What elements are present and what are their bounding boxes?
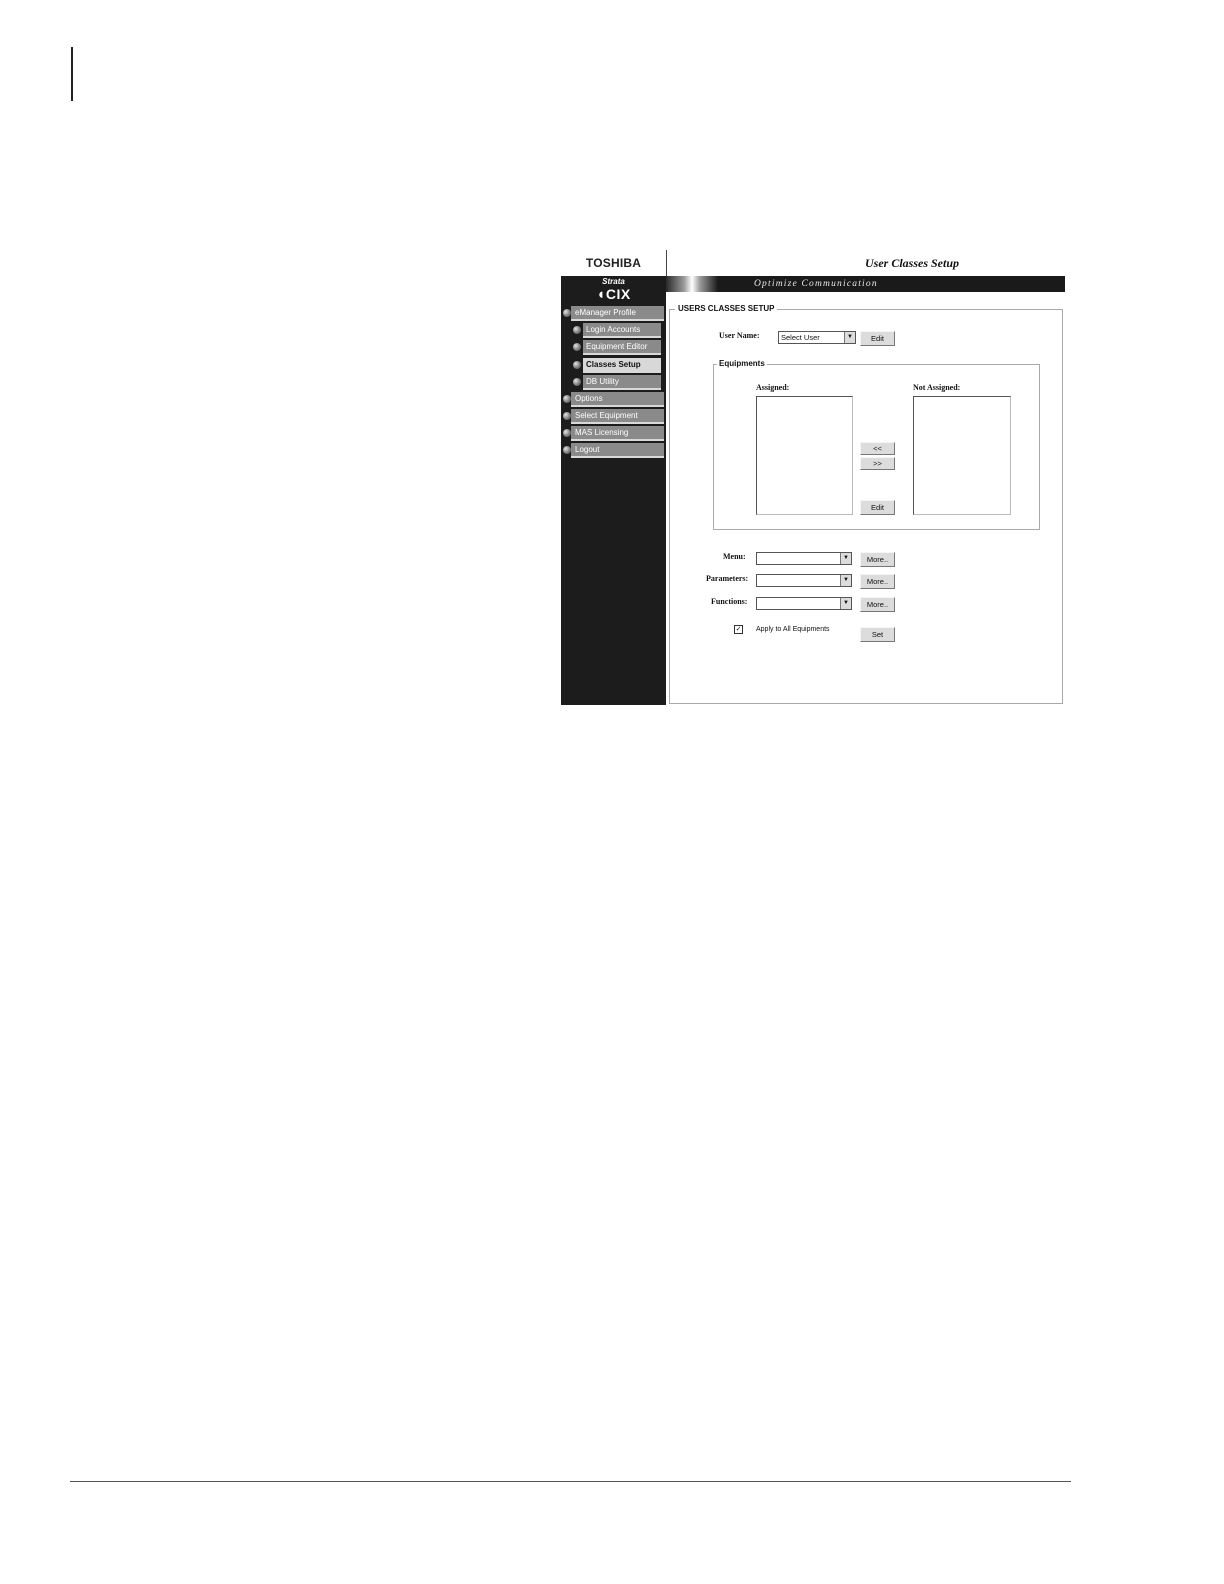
sidebar-item-emanager-profile[interactable]: eManager Profile (571, 306, 664, 321)
not-assigned-label: Not Assigned: (913, 383, 961, 392)
toshiba-logo: TOSHIBA (561, 250, 666, 276)
apply-all-label: Apply to All Equipments (756, 626, 830, 633)
sidebar-item-select-equipment[interactable]: Select Equipment (571, 409, 664, 424)
set-button[interactable]: Set (860, 627, 895, 642)
sidebar-item-equipment-editor[interactable]: Equipment Editor (583, 340, 661, 355)
tagline-bar: Optimize Communication (666, 276, 1065, 292)
bullet-icon (573, 343, 581, 351)
strata-logo-text: Strata (602, 277, 625, 286)
sidebar-item-login-accounts[interactable]: Login Accounts (583, 323, 661, 338)
page-footer-rule (70, 1481, 1071, 1482)
sidebar: TOSHIBA Strata ◖CIX eManager Profile Log… (561, 250, 666, 705)
apply-all-checkbox[interactable]: ✓ (734, 625, 743, 634)
chevron-down-icon: ▼ (840, 553, 851, 564)
sidebar-item-db-utility[interactable]: DB Utility (583, 375, 661, 390)
assigned-list[interactable] (756, 396, 853, 515)
functions-more-button[interactable]: More.. (860, 597, 895, 612)
user-name-select[interactable]: Select User ▼ (778, 331, 856, 344)
equipment-edit-button[interactable]: Edit (860, 500, 895, 515)
parameters-label: Parameters: (706, 574, 749, 583)
not-assigned-list[interactable] (913, 396, 1011, 515)
toshiba-logo-text: TOSHIBA (585, 256, 642, 270)
cix-logo-text: ◖CIX (596, 286, 631, 303)
user-name-select-value: Select User (781, 333, 820, 342)
sidebar-item-classes-setup[interactable]: Classes Setup (583, 358, 661, 373)
equipments-legend: Equipments (717, 359, 767, 368)
user-edit-button[interactable]: Edit (860, 331, 895, 346)
panel-legend: USERS CLASSES SETUP (675, 304, 778, 313)
bullet-icon (563, 429, 571, 437)
sidebar-item-mas-licensing[interactable]: MAS Licensing (571, 426, 664, 441)
bullet-icon (563, 309, 571, 317)
chevron-down-icon: ▼ (840, 598, 851, 609)
strata-cix-logo: Strata ◖CIX (561, 277, 666, 305)
bullet-icon (573, 378, 581, 386)
menu-label: Menu: (723, 552, 746, 561)
page-title: User Classes Setup (864, 256, 959, 270)
assigned-label: Assigned: (756, 383, 790, 392)
bullet-icon (563, 412, 571, 420)
functions-select[interactable]: ▼ (756, 597, 852, 610)
app-window: TOSHIBA Strata ◖CIX eManager Profile Log… (561, 250, 1065, 705)
page-margin-rule (71, 47, 73, 101)
move-right-button[interactable]: >> (860, 457, 895, 470)
move-left-button[interactable]: << (860, 442, 895, 455)
functions-label: Functions: (711, 597, 748, 606)
bullet-icon (573, 361, 581, 369)
parameters-more-button[interactable]: More.. (860, 574, 895, 589)
menu-select[interactable]: ▼ (756, 552, 852, 565)
bullet-icon (563, 446, 571, 454)
bullet-icon (573, 326, 581, 334)
chevron-down-icon: ▼ (844, 332, 855, 343)
sidebar-item-logout[interactable]: Logout (571, 443, 664, 458)
user-name-label: User Name: (719, 331, 760, 340)
menu-more-button[interactable]: More.. (860, 552, 895, 567)
parameters-select[interactable]: ▼ (756, 574, 852, 587)
checkmark-icon: ✓ (735, 626, 742, 633)
sidebar-item-options[interactable]: Options (571, 392, 664, 407)
bullet-icon (563, 395, 571, 403)
chevron-down-icon: ▼ (840, 575, 851, 586)
